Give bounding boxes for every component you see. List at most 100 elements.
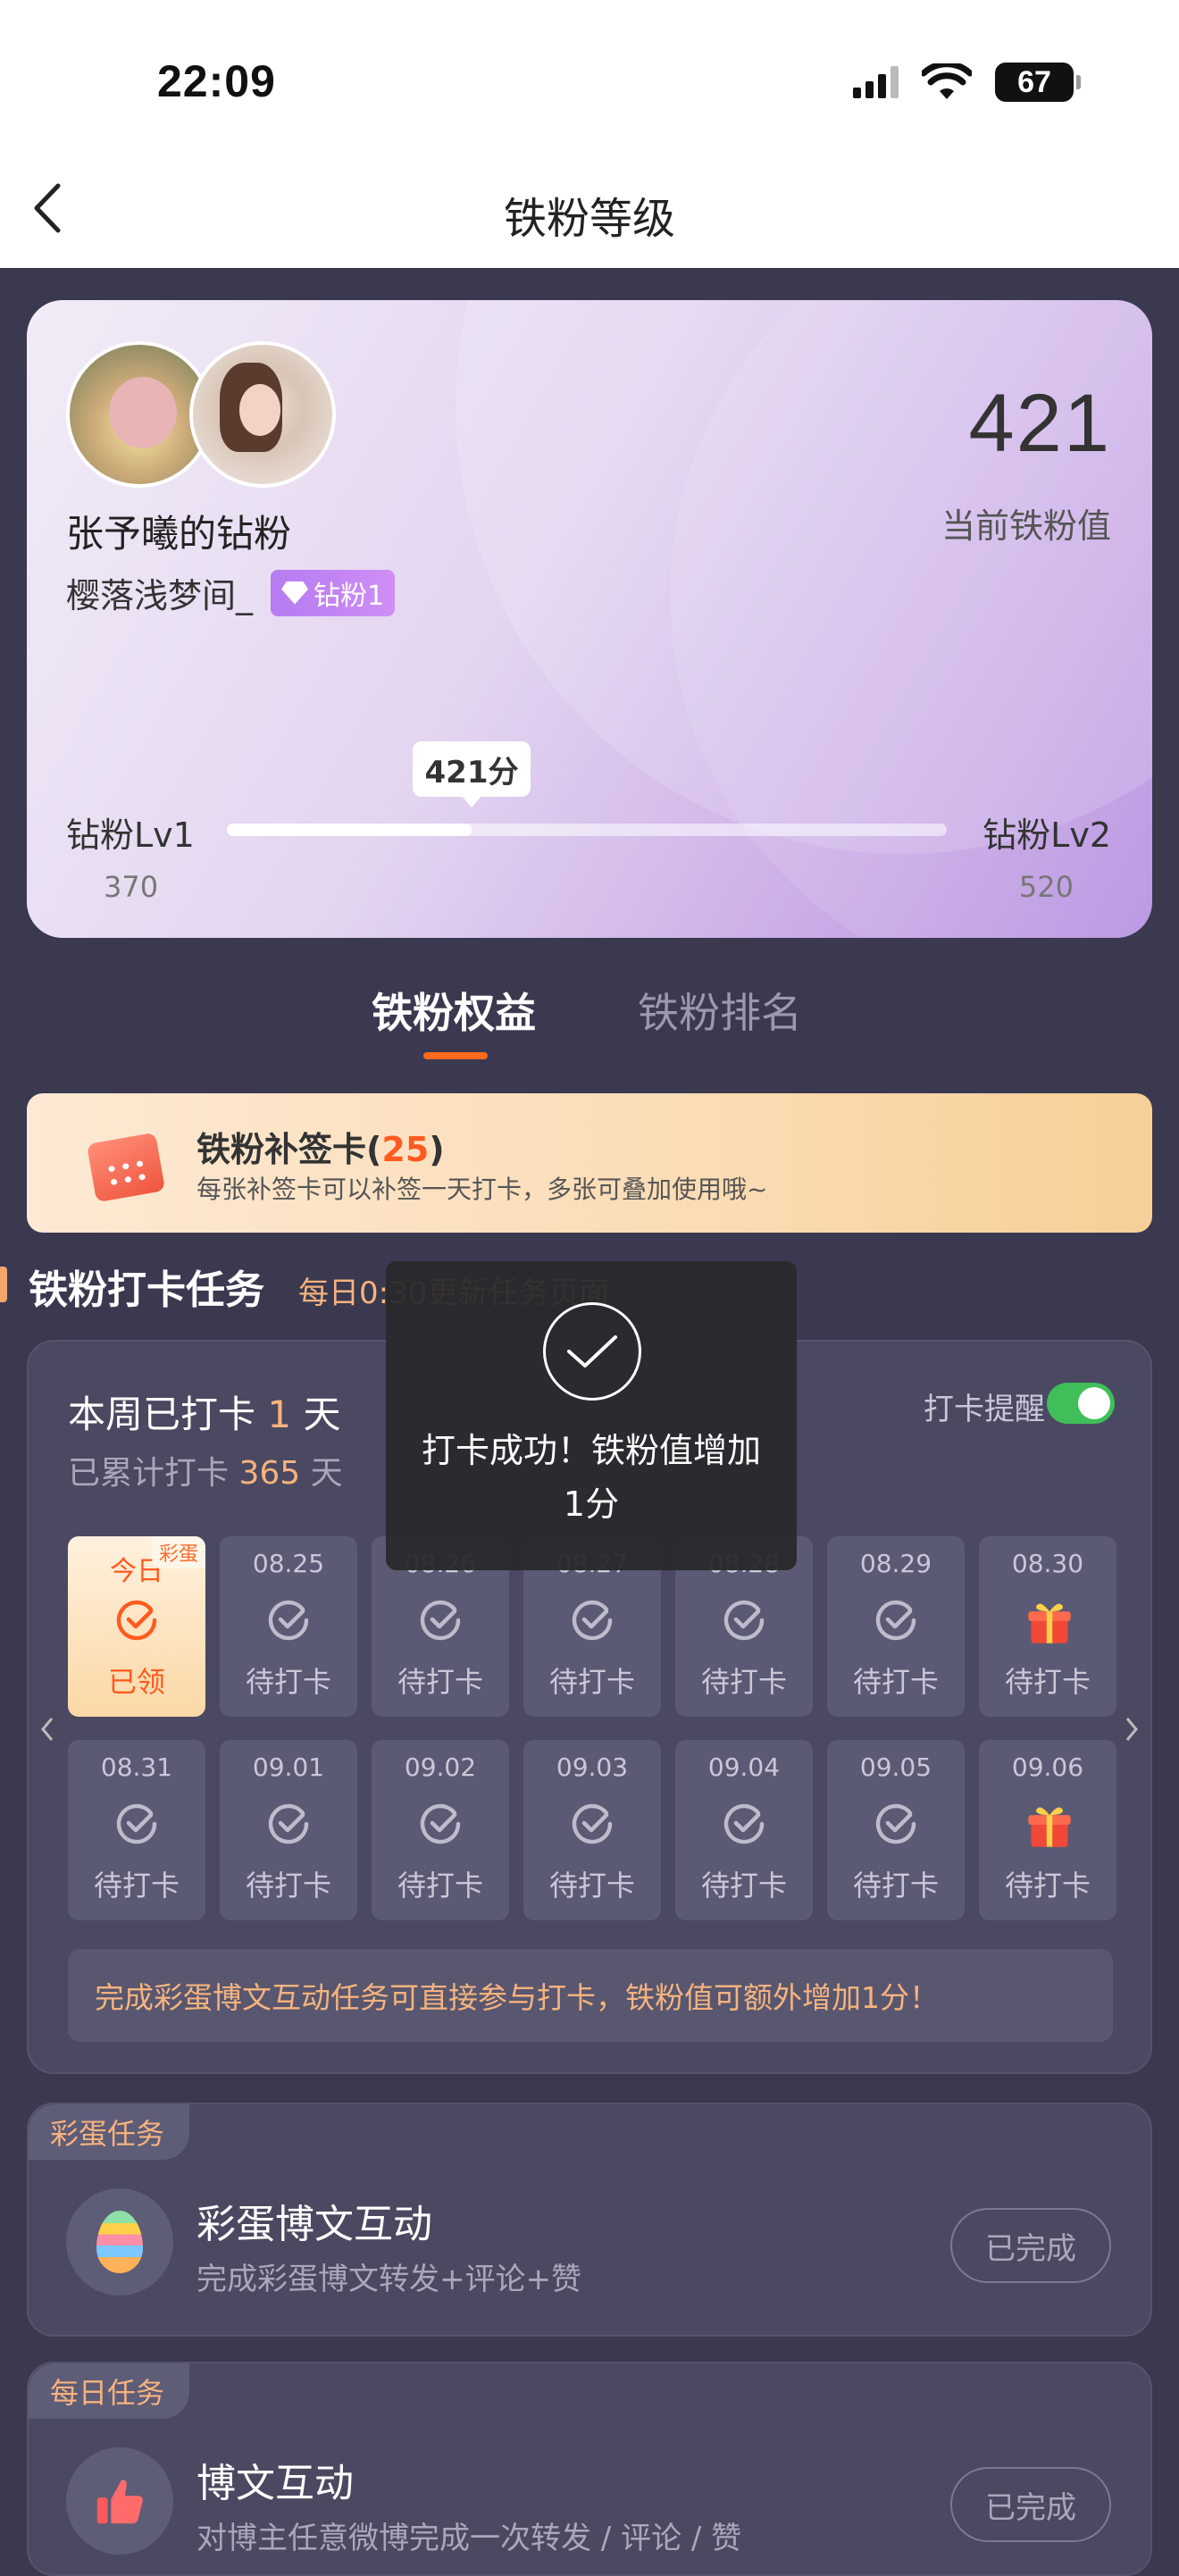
week-checkin-count: 本周已打卡 1 天 [68, 1384, 340, 1439]
total-checkin-count: 已累计打卡 365 天 [68, 1447, 343, 1493]
makeup-card-count: 25 [381, 1130, 430, 1169]
task-description: 对博主任意微博完成一次转发 / 评论 / 赞 [196, 2521, 742, 2556]
checkin-reminder-label: 打卡提醒 [924, 1392, 1045, 1427]
current-level-value: 370 [104, 870, 159, 904]
check-circle-icon [265, 1801, 312, 1847]
checkin-day-date: 08.30 [1011, 1549, 1084, 1578]
level-progress-fill [227, 824, 472, 836]
daily-task-card: 每日任务 博文互动 对博主任意微博完成一次转发 / 评论 / 赞 已完成 [27, 2362, 1152, 2576]
checkin-day-status: 待打卡 [1004, 1869, 1091, 1903]
checkin-day-date: 09.05 [859, 1752, 932, 1782]
checkin-day-status: 待打卡 [852, 1665, 939, 1699]
status-icons: 67 [853, 63, 1081, 102]
checkin-day-cell[interactable]: 09.01 待打卡 [220, 1740, 357, 1920]
checkin-reminder-toggle[interactable] [1047, 1383, 1115, 1424]
checkin-day-date: 09.03 [556, 1752, 629, 1782]
checkin-day-status: 待打卡 [548, 1869, 635, 1903]
checkin-day-cell[interactable]: 08.29 待打卡 [827, 1536, 965, 1717]
tab-fan-ranking[interactable]: 铁粉排名 [638, 981, 802, 1040]
fan-score: 421 [968, 378, 1111, 469]
username-row: 樱落浅梦间_ 钻粉1 [66, 568, 396, 617]
page-title: 铁粉等级 [503, 194, 675, 244]
checkin-day-date: 09.02 [404, 1752, 477, 1782]
easter-egg-icon [66, 2188, 173, 2296]
checkin-day-status: 待打卡 [700, 1665, 787, 1699]
check-circle-icon [721, 1801, 767, 1847]
checkin-tip: 完成彩蛋博文互动任务可直接参与打卡，铁粉值可额外增加1分！ [68, 1949, 1113, 2042]
check-circle-icon [873, 1597, 919, 1643]
success-toast: 打卡成功！铁粉值增加1分 [386, 1261, 797, 1570]
level-progress-bar [227, 824, 947, 836]
checkin-day-date: 09.04 [707, 1752, 781, 1782]
gift-icon [1024, 1801, 1071, 1847]
week-days: 1 [267, 1393, 292, 1436]
check-circle-icon [873, 1801, 919, 1847]
checkin-day-status: 待打卡 [245, 1869, 331, 1903]
week-prefix: 本周已打卡 [68, 1393, 256, 1436]
checkin-day-cell[interactable]: 09.02 待打卡 [372, 1740, 509, 1920]
checkin-day-cell[interactable]: 08.30 待打卡 [979, 1536, 1116, 1717]
checkin-day-cell[interactable]: 09.04 待打卡 [675, 1740, 813, 1920]
check-circle-icon [113, 1801, 160, 1847]
checkin-day-cell[interactable]: 09.03 待打卡 [523, 1740, 661, 1920]
check-icon [543, 1302, 641, 1401]
checkin-day-status: 待打卡 [93, 1869, 180, 1903]
makeup-card-banner[interactable]: 铁粉补签卡(25) 每张补签卡可以补签一天打卡，多张可叠加使用哦~ [27, 1093, 1152, 1233]
checkin-day-date: 09.01 [252, 1752, 325, 1782]
next-level-label: 钻粉Lv2 [982, 815, 1111, 855]
cellular-signal-icon [853, 66, 899, 98]
easter-egg-task-card: 彩蛋任务 彩蛋博文互动 完成彩蛋博文转发+评论+赞 已完成 [27, 2103, 1152, 2337]
level-badge-label: 钻粉1 [314, 580, 385, 612]
checkin-day-cell[interactable]: 09.06 待打卡 [979, 1740, 1116, 1920]
wifi-icon [922, 63, 972, 99]
fan-score-label: 当前铁粉值 [941, 506, 1111, 546]
checkin-day-status: 待打卡 [397, 1869, 483, 1903]
check-circle-icon [265, 1597, 312, 1643]
makeup-card-description: 每张补签卡可以补签一天打卡，多张可叠加使用哦~ [196, 1175, 768, 1204]
checkin-day-cell[interactable]: 08.25 待打卡 [220, 1536, 357, 1717]
checkin-day-cell[interactable]: 今日 彩蛋 已领 [68, 1536, 205, 1717]
task-description: 完成彩蛋博文转发+评论+赞 [196, 2262, 581, 2297]
calendar-icon [84, 1125, 166, 1203]
battery-icon: 67 [995, 63, 1081, 102]
next-level-value: 520 [1018, 870, 1074, 904]
thumbs-up-icon [66, 2447, 173, 2555]
check-circle-icon [569, 1597, 615, 1643]
task-completed-button[interactable]: 已完成 [950, 2208, 1111, 2283]
easter-egg-tag: 彩蛋 [151, 1536, 205, 1568]
makeup-card-title: 铁粉补签卡(25) [196, 1130, 445, 1169]
checkin-day-status: 待打卡 [548, 1665, 635, 1699]
toast-message: 打卡成功！铁粉值增加1分 [421, 1431, 761, 1524]
check-circle-icon [417, 1801, 464, 1847]
prev-week-button[interactable] [38, 1711, 57, 1747]
checkin-day-status: 待打卡 [397, 1665, 483, 1699]
checkin-day-date: 09.06 [1011, 1752, 1084, 1782]
checkin-day-cell[interactable]: 09.05 待打卡 [827, 1740, 965, 1920]
top-bar: 22:09 67 铁粉等级 [0, 0, 1179, 268]
checkin-day-date: 08.29 [859, 1549, 932, 1578]
task-title: 彩蛋博文互动 [196, 2202, 432, 2247]
chevron-left-icon [41, 1718, 54, 1741]
checkin-day-status: 待打卡 [1004, 1665, 1091, 1699]
status-time: 22:09 [157, 56, 276, 106]
progress-bubble: 421分 [413, 741, 531, 807]
checkin-day-status: 已领 [107, 1665, 165, 1699]
check-circle-icon [417, 1597, 464, 1643]
checkin-day-status: 待打卡 [245, 1665, 331, 1699]
username: 樱落浅梦间_ [66, 576, 254, 615]
checkin-day-status: 待打卡 [852, 1869, 939, 1903]
task-tag: 每日任务 [29, 2363, 190, 2419]
checkin-day-status: 待打卡 [700, 1869, 787, 1903]
section-accent-bar [0, 1267, 7, 1302]
gift-icon [1024, 1597, 1071, 1643]
total-prefix: 已累计打卡 [68, 1455, 230, 1492]
next-week-button[interactable] [1122, 1711, 1141, 1747]
checkin-day-cell[interactable]: 08.31 待打卡 [68, 1740, 205, 1920]
level-badge: 钻粉1 [271, 569, 396, 616]
task-completed-button[interactable]: 已完成 [950, 2467, 1111, 2542]
checkin-day-date: 08.25 [252, 1549, 325, 1578]
fan-group-name: 张予曦的钻粉 [66, 512, 292, 556]
chevron-right-icon [1125, 1718, 1138, 1741]
tab-fan-benefits[interactable]: 铁粉权益 [372, 981, 536, 1040]
blogger-avatar[interactable] [189, 341, 336, 488]
